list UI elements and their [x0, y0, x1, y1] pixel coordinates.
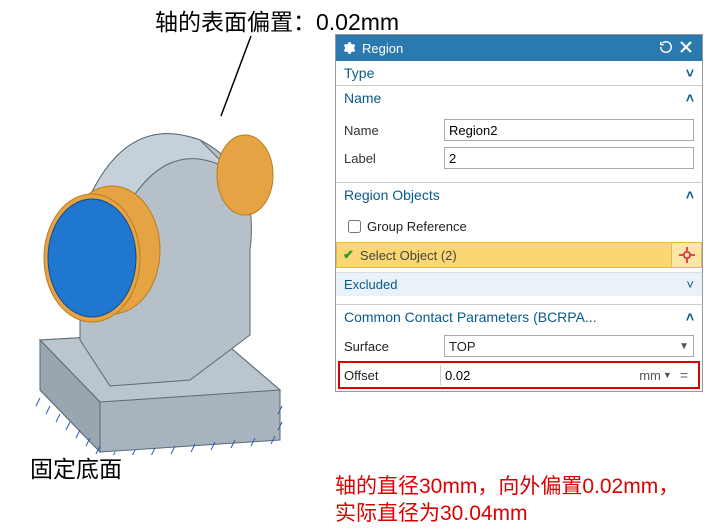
viewport-3d: 轴的表面偏置：0.02mm: [0, 0, 333, 529]
section-type-label: Type: [344, 65, 686, 81]
section-name: Name ˄ Name Label: [336, 86, 702, 183]
label-field-label: Label: [344, 151, 444, 166]
crosshair-icon: [679, 247, 695, 263]
offset-label: Offset: [344, 368, 440, 383]
surface-label: Surface: [344, 339, 444, 354]
annotation-fixed-base: 固定底面: [30, 450, 122, 484]
annotation-surface-offset: 轴的表面偏置：0.02mm: [155, 3, 399, 37]
section-type-header[interactable]: Type ˅: [336, 61, 702, 85]
gear-icon: [342, 41, 356, 55]
group-reference-label: Group Reference: [367, 219, 467, 234]
panel-title-text: Region: [362, 41, 403, 56]
section-type: Type ˅: [336, 61, 702, 86]
close-icon[interactable]: [676, 40, 696, 56]
section-region-objects: Region Objects ˄ Group Reference ✔ Selec…: [336, 183, 702, 305]
chevron-up-icon: ˄: [686, 90, 694, 106]
label-field[interactable]: [444, 147, 694, 169]
region-panel: Region Type ˅ Name ˄ Name Label: [335, 34, 703, 392]
surface-dropdown[interactable]: TOP ▼: [444, 335, 694, 357]
offset-field[interactable]: [440, 365, 637, 385]
offset-unit-dropdown[interactable]: mm ▼: [637, 368, 674, 383]
chevron-up-icon: ˄: [686, 309, 694, 325]
group-reference-checkbox[interactable]: [348, 220, 361, 233]
name-field-label: Name: [344, 123, 444, 138]
panel-titlebar[interactable]: Region: [336, 35, 702, 61]
excluded-label: Excluded: [344, 277, 686, 292]
annotation-diameter-note: 轴的直径30mm，向外偏置0.02mm， 实际直径为30.04mm: [335, 473, 679, 528]
section-contact-label: Common Contact Parameters (BCRPA...: [344, 309, 686, 325]
check-icon: ✔: [343, 247, 354, 263]
annotation-diameter-note-line1: 轴的直径30mm，向外偏置0.02mm，: [335, 473, 679, 500]
reset-icon[interactable]: [656, 40, 676, 57]
cad-model: [20, 80, 330, 455]
offset-row-highlight: Offset mm ▼ =: [338, 361, 700, 389]
annotation-diameter-note-line2: 实际直径为30.04mm: [335, 500, 679, 527]
offset-unit-text: mm: [639, 368, 661, 383]
section-contact-params: Common Contact Parameters (BCRPA... ˄ Su…: [336, 305, 702, 391]
section-region-objects-header[interactable]: Region Objects ˄: [336, 183, 702, 207]
surface-value: TOP: [449, 339, 476, 354]
select-object-row[interactable]: ✔ Select Object (2): [336, 242, 702, 268]
chevron-down-icon: ˅: [686, 277, 694, 292]
excluded-row[interactable]: Excluded ˅: [336, 272, 702, 296]
chevron-down-icon: ▼: [663, 370, 672, 380]
chevron-down-icon: ˅: [686, 65, 694, 81]
section-region-objects-label: Region Objects: [344, 187, 686, 203]
section-name-label: Name: [344, 90, 686, 106]
section-name-header[interactable]: Name ˄: [336, 86, 702, 110]
select-target-button[interactable]: [671, 243, 701, 267]
chevron-up-icon: ˄: [686, 187, 694, 203]
name-field[interactable]: [444, 119, 694, 141]
section-contact-header[interactable]: Common Contact Parameters (BCRPA... ˄: [336, 305, 702, 329]
expression-button[interactable]: =: [674, 367, 694, 383]
chevron-down-icon: ▼: [679, 341, 689, 352]
select-object-text: Select Object (2): [360, 248, 671, 263]
